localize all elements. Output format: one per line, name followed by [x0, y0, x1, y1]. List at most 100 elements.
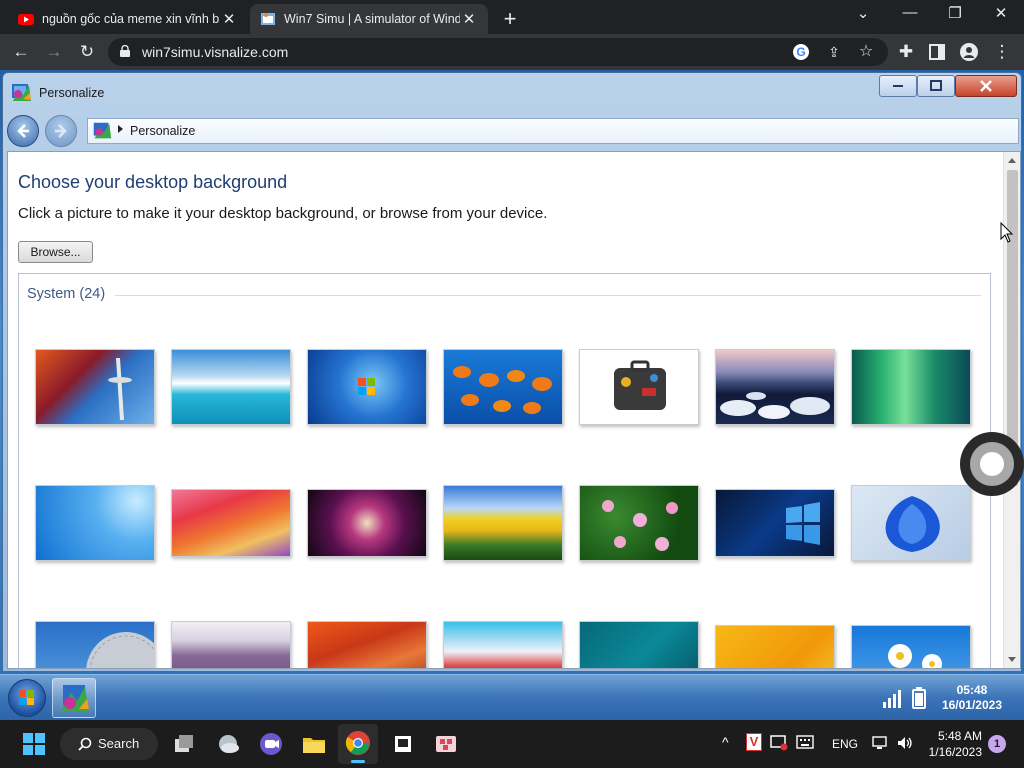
- taskbar-personalize-button[interactable]: [52, 678, 96, 718]
- wallpaper-thumb[interactable]: [443, 349, 563, 425]
- wallpaper-thumb[interactable]: [851, 625, 971, 668]
- tab-title: Win7 Simu | A simulator of Wind: [284, 12, 460, 26]
- win7-window-icon: [261, 13, 275, 25]
- new-tab-icon[interactable]: +: [498, 6, 522, 32]
- explorer-address-bar[interactable]: Personalize: [87, 118, 1019, 144]
- wallpaper-thumb[interactable]: [579, 485, 699, 561]
- chrome-taskbar-button[interactable]: [338, 724, 378, 764]
- tab-youtube[interactable]: nguồn gốc của meme xin vĩnh bi ✕: [8, 4, 248, 34]
- wallpaper-thumb[interactable]: [307, 621, 427, 668]
- window-titlebar[interactable]: Personalize: [3, 73, 1021, 115]
- wallpaper-thumb[interactable]: [579, 349, 699, 425]
- wallpaper-thumb[interactable]: [307, 489, 427, 557]
- win11-clock[interactable]: 5:48 AM 1/16/2023: [928, 728, 982, 760]
- profile-avatar-icon[interactable]: [960, 43, 978, 61]
- windows-flag-icon: [19, 690, 34, 705]
- battery-icon[interactable]: [912, 687, 926, 709]
- active-indicator: [351, 760, 365, 763]
- tab-search-chevron-icon[interactable]: ⌄: [843, 4, 883, 26]
- breadcrumb[interactable]: Personalize: [130, 124, 195, 138]
- windows-start-icon[interactable]: [20, 730, 48, 758]
- win7-clock[interactable]: 05:48 16/01/2023: [942, 683, 1002, 713]
- maximize-button[interactable]: [917, 75, 955, 97]
- restore-icon[interactable]: ❐: [935, 4, 975, 26]
- close-window-icon[interactable]: ✕: [981, 4, 1021, 26]
- win11-taskbar: Search ^ V ENG 5:48 AM 1/16/2023 1: [0, 720, 1024, 768]
- close-icon: [980, 80, 992, 92]
- wallpaper-thumb[interactable]: [715, 349, 835, 425]
- scroll-down-icon[interactable]: [1008, 657, 1016, 662]
- group-label: System (24): [27, 286, 106, 302]
- minimize-icon[interactable]: —: [890, 4, 930, 26]
- group-divider: [115, 295, 981, 296]
- personalize-window: Personalize Personalize Choose your desk…: [2, 72, 1022, 672]
- wallpaper-thumb[interactable]: [851, 349, 971, 425]
- close-tab-icon[interactable]: ✕: [460, 10, 478, 28]
- browse-button[interactable]: Browse...: [18, 241, 93, 263]
- wallpaper-thumb[interactable]: [443, 485, 563, 561]
- file-explorer-icon[interactable]: [300, 730, 328, 758]
- taskbar-search-box[interactable]: Search: [60, 728, 158, 760]
- minimize-button[interactable]: [879, 75, 917, 97]
- wallpaper-thumb[interactable]: [171, 621, 291, 668]
- content-pane: Choose your desktop background Click a p…: [7, 151, 1021, 669]
- wallpaper-thumb[interactable]: [35, 349, 155, 425]
- wallpaper-thumb[interactable]: [851, 485, 971, 561]
- network-icon[interactable]: [872, 735, 890, 751]
- snowy-lake-image: [720, 392, 830, 419]
- wallpaper-thumb[interactable]: [35, 485, 155, 561]
- window-title: Personalize: [39, 86, 105, 100]
- breadcrumb-arrow-icon[interactable]: [118, 125, 123, 133]
- menu-dots-icon[interactable]: ⋮: [990, 40, 1014, 64]
- extensions-icon[interactable]: ✚: [894, 40, 918, 64]
- volume-icon[interactable]: [896, 735, 914, 751]
- signal-bars-icon[interactable]: [882, 687, 904, 709]
- forward-button[interactable]: [45, 115, 77, 147]
- personalize-icon: [93, 122, 112, 139]
- close-tab-icon[interactable]: ✕: [220, 10, 238, 28]
- side-panel-icon[interactable]: [929, 44, 945, 60]
- tab-win7simu[interactable]: Win7 Simu | A simulator of Wind ✕: [250, 4, 488, 34]
- back-button[interactable]: [7, 115, 39, 147]
- wallpaper-thumb[interactable]: [171, 349, 291, 425]
- win7-date: 16/01/2023: [941, 698, 1002, 712]
- start-orb-button[interactable]: [8, 679, 46, 717]
- wallpaper-thumb[interactable]: [715, 489, 835, 557]
- google-icon[interactable]: G: [792, 43, 810, 61]
- water-lilies-image: [602, 500, 678, 551]
- close-button[interactable]: [955, 75, 1017, 97]
- page-title: Choose your desktop background: [18, 172, 288, 192]
- screen-record-tray-icon[interactable]: [770, 733, 788, 751]
- win11-time: 5:48 AM: [937, 729, 982, 743]
- language-indicator[interactable]: ENG: [832, 737, 858, 751]
- v-app-tray-icon[interactable]: V: [746, 733, 762, 751]
- wallpaper-thumb[interactable]: [579, 621, 699, 668]
- chrome-icon: [345, 731, 370, 755]
- back-icon[interactable]: ←: [9, 40, 33, 64]
- snipping-app-icon[interactable]: [432, 730, 460, 758]
- win7-desktop: Personalize Personalize Choose your desk…: [0, 70, 1024, 720]
- address-bar[interactable]: win7simu.visnalize.com G ⇪ ☆: [108, 38, 888, 66]
- wallpaper-thumb[interactable]: [307, 349, 427, 425]
- wallpaper-thumb[interactable]: [443, 621, 563, 668]
- teams-chat-icon[interactable]: [257, 730, 285, 758]
- screen-app-icon[interactable]: [389, 730, 417, 758]
- reload-icon[interactable]: ↻: [75, 40, 99, 64]
- wallpaper-thumb[interactable]: [171, 489, 291, 557]
- forward-icon[interactable]: →: [42, 40, 66, 64]
- assistive-touch-button[interactable]: [960, 432, 1024, 496]
- atomium-sphere-image: [86, 632, 154, 668]
- wallpaper-thumb[interactable]: [715, 625, 835, 668]
- scroll-up-icon[interactable]: [1008, 158, 1016, 163]
- tab-title: nguồn gốc của meme xin vĩnh bi: [42, 12, 220, 26]
- wallpaper-thumb[interactable]: [35, 621, 155, 668]
- widgets-weather-icon[interactable]: [214, 730, 242, 758]
- task-view-icon[interactable]: [170, 730, 198, 758]
- bookmark-star-icon[interactable]: ☆: [854, 40, 878, 64]
- notification-badge[interactable]: 1: [988, 735, 1006, 753]
- wallpaper-group: System (24): [18, 273, 991, 668]
- keyboard-icon[interactable]: [796, 734, 814, 750]
- share-icon[interactable]: ⇪: [822, 40, 846, 64]
- show-hidden-icons-chevron[interactable]: ^: [722, 734, 729, 750]
- personalize-icon: [12, 84, 31, 101]
